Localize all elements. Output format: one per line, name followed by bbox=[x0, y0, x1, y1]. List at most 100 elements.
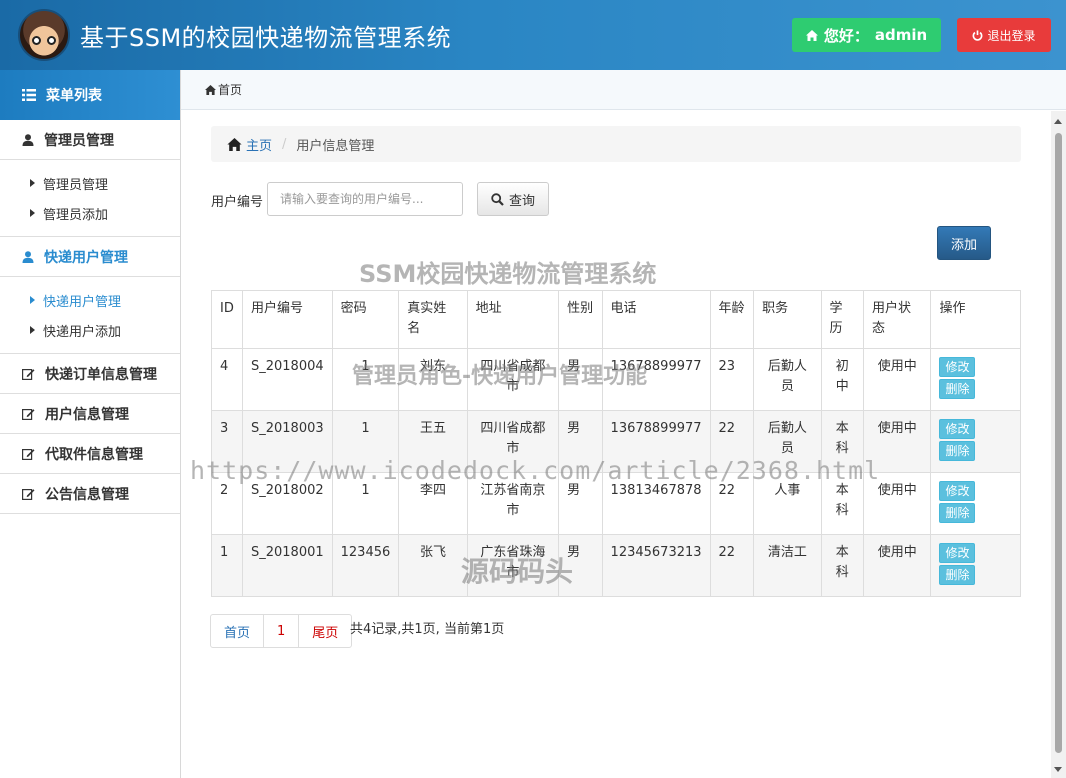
power-icon bbox=[973, 29, 983, 41]
cell-id: 3 bbox=[211, 410, 243, 473]
cell-job: 后勤人员 bbox=[753, 410, 822, 473]
column-header: 电话 bbox=[601, 290, 711, 349]
pagination-first[interactable]: 首页 bbox=[211, 615, 265, 647]
sidebar-item-label: 快递用户添加 bbox=[43, 324, 122, 340]
cell-education: 初中 bbox=[820, 348, 865, 411]
sidebar-group-admin[interactable]: 管理员管理 bbox=[0, 120, 180, 160]
cell-address: 四川省成都市 bbox=[466, 410, 560, 473]
table-row: 2 S_2018002 1 李四 江苏省南京市 男 13813467878 22… bbox=[211, 472, 1021, 535]
edit-button[interactable]: 修改 bbox=[939, 543, 976, 563]
sidebar-item-label: 快递用户管理 bbox=[43, 294, 122, 310]
cell-user-no: S_2018002 bbox=[241, 472, 333, 535]
breadcrumb: 主页 / 用户信息管理 bbox=[211, 126, 1021, 162]
query-button[interactable]: 查询 bbox=[477, 182, 549, 216]
breadcrumb-home-link[interactable]: 主页 bbox=[227, 135, 272, 154]
sidebar-group-pickup[interactable]: 代取件信息管理 bbox=[0, 434, 180, 474]
cell-phone: 13678899977 bbox=[601, 410, 711, 473]
pagination-last[interactable]: 尾页 bbox=[299, 615, 351, 647]
edit-icon bbox=[22, 448, 35, 460]
sidebar-item-courier-user-manage[interactable]: 快递用户管理 bbox=[0, 285, 180, 315]
delete-button[interactable]: 删除 bbox=[939, 379, 976, 399]
sidebar-group-courier-user[interactable]: 快递用户管理 bbox=[0, 237, 180, 277]
edit-icon bbox=[22, 408, 35, 420]
cell-user-no: S_2018003 bbox=[241, 410, 333, 473]
column-header: 操作 bbox=[930, 290, 1021, 349]
cell-phone: 13678899977 bbox=[601, 348, 711, 411]
logout-button[interactable]: 退出登录 bbox=[957, 18, 1051, 52]
cell-address: 江苏省南京市 bbox=[466, 472, 560, 535]
cell-status: 使用中 bbox=[863, 410, 932, 473]
vertical-scrollbar[interactable] bbox=[1051, 111, 1066, 778]
edit-button[interactable]: 修改 bbox=[939, 419, 976, 439]
table-header-row: ID 用户编号 密码 真实姓名 地址 性别 电话 年龄 职务 学历 用户状态 操… bbox=[211, 290, 1021, 349]
cell-age: 23 bbox=[709, 348, 755, 411]
column-header: 性别 bbox=[558, 290, 603, 349]
cell-name: 李四 bbox=[398, 472, 468, 535]
scroll-down-arrow-icon[interactable] bbox=[1054, 767, 1062, 772]
pagination: 首页 1 尾页 bbox=[210, 614, 353, 648]
pagination-info: 共4记录,共1页, 当前第1页 bbox=[350, 622, 505, 637]
app-title: 基于SSM的校园快递物流管理系统 bbox=[80, 24, 452, 52]
scrollbar-thumb[interactable] bbox=[1055, 133, 1062, 753]
search-input[interactable] bbox=[267, 182, 463, 216]
query-label: 查询 bbox=[508, 193, 535, 209]
sidebar-submenu-courier-user: 快递用户管理 快递用户添加 bbox=[0, 277, 180, 354]
cell-address: 四川省成都市 bbox=[466, 348, 560, 411]
sidebar-item-courier-user-add[interactable]: 快递用户添加 bbox=[0, 315, 180, 345]
pagination-page-1[interactable]: 1 bbox=[264, 615, 300, 647]
cell-status: 使用中 bbox=[863, 534, 932, 597]
cell-education: 本科 bbox=[820, 410, 865, 473]
sidebar-item-admin-manage[interactable]: 管理员管理 bbox=[0, 168, 180, 198]
user-icon bbox=[22, 133, 34, 146]
add-button[interactable]: 添加 bbox=[937, 226, 991, 260]
edit-button[interactable]: 修改 bbox=[939, 481, 976, 501]
delete-button[interactable]: 删除 bbox=[939, 441, 976, 461]
table-row: 3 S_2018003 1 王五 四川省成都市 男 13678899977 22… bbox=[211, 410, 1021, 473]
sidebar-submenu-admin: 管理员管理 管理员添加 bbox=[0, 160, 180, 237]
user-table: ID 用户编号 密码 真实姓名 地址 性别 电话 年龄 职务 学历 用户状态 操… bbox=[211, 290, 1021, 597]
cell-job: 清洁工 bbox=[753, 534, 822, 597]
sidebar-group-user-info[interactable]: 用户信息管理 bbox=[0, 394, 180, 434]
search-label: 用户编号 bbox=[211, 195, 264, 210]
scroll-up-arrow-icon[interactable] bbox=[1054, 119, 1062, 124]
cell-phone: 12345673213 bbox=[601, 534, 711, 597]
home-icon bbox=[205, 84, 216, 95]
sidebar-group-orders[interactable]: 快递订单信息管理 bbox=[0, 354, 180, 394]
cell-actions: 修改 删除 bbox=[930, 348, 1021, 411]
greeting-text: 您好： bbox=[823, 26, 869, 45]
home-icon bbox=[805, 29, 818, 41]
column-header: 年龄 bbox=[709, 290, 755, 349]
sidebar-group-notice[interactable]: 公告信息管理 bbox=[0, 474, 180, 514]
sidebar-group-label: 管理员管理 bbox=[44, 132, 114, 149]
column-header: 学历 bbox=[820, 290, 865, 349]
user-greeting-button[interactable]: 您好： admin bbox=[792, 18, 941, 52]
top-breadcrumb-bar: 首页 bbox=[181, 70, 1066, 110]
edit-button[interactable]: 修改 bbox=[939, 357, 976, 377]
cell-actions: 修改 删除 bbox=[930, 534, 1021, 597]
sidebar-group-label: 快递订单信息管理 bbox=[45, 366, 157, 383]
breadcrumb-separator: / bbox=[282, 136, 287, 152]
cell-actions: 修改 删除 bbox=[930, 472, 1021, 535]
cell-gender: 男 bbox=[558, 534, 603, 597]
cell-id: 2 bbox=[211, 472, 243, 535]
topbar-home-link[interactable]: 首页 bbox=[218, 81, 242, 98]
delete-button[interactable]: 删除 bbox=[939, 503, 976, 523]
home-icon bbox=[227, 137, 242, 151]
delete-button[interactable]: 删除 bbox=[939, 565, 976, 585]
cell-user-no: S_2018001 bbox=[241, 534, 333, 597]
sidebar-item-admin-add[interactable]: 管理员添加 bbox=[0, 198, 180, 228]
cell-age: 22 bbox=[709, 410, 755, 473]
column-header: 用户编号 bbox=[241, 290, 333, 349]
logout-label: 退出登录 bbox=[987, 28, 1036, 43]
cell-age: 22 bbox=[709, 534, 755, 597]
username: admin bbox=[874, 26, 928, 44]
sidebar-group-label: 快递用户管理 bbox=[44, 249, 128, 266]
cell-password: 1 bbox=[331, 472, 400, 535]
sidebar: 菜单列表 管理员管理 管理员管理 管理员添加 快递用户管理 快递用户管理 快递用… bbox=[0, 70, 181, 778]
edit-icon bbox=[22, 488, 35, 500]
cell-phone: 13813467878 bbox=[601, 472, 711, 535]
cell-name: 张飞 bbox=[398, 534, 468, 597]
caret-right-icon bbox=[30, 296, 35, 304]
cell-status: 使用中 bbox=[863, 472, 932, 535]
menu-title: 菜单列表 bbox=[46, 88, 102, 104]
